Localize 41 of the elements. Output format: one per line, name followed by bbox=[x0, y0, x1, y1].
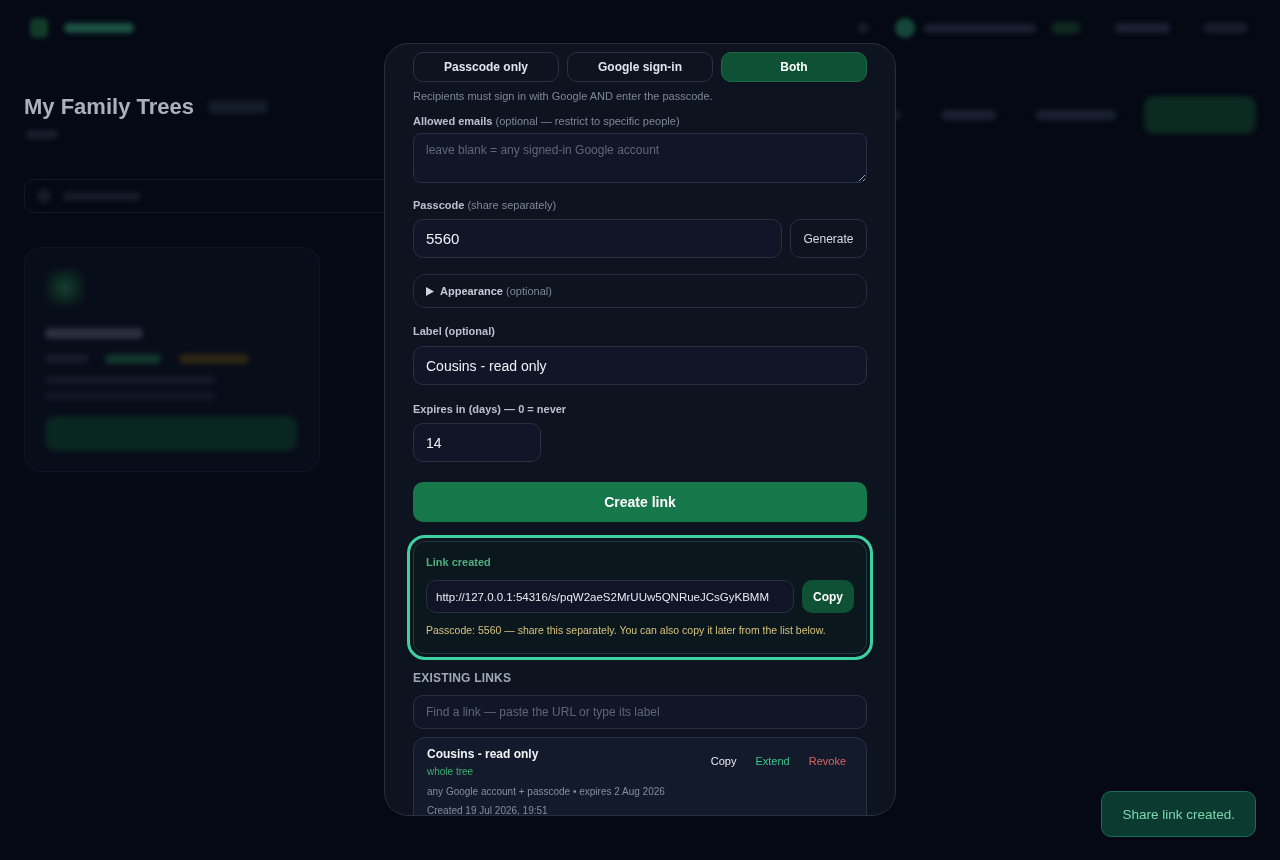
generate-button[interactable]: Generate bbox=[790, 219, 867, 258]
blurred-icon bbox=[45, 268, 85, 308]
access-mode-tab[interactable]: Passcode only bbox=[413, 52, 559, 82]
passcode-note: Passcode: 5560 — share this separately. You can also copy it later from the list below. bbox=[426, 623, 827, 637]
page-title: My Family Trees bbox=[24, 94, 194, 120]
blurred-badge bbox=[179, 354, 249, 365]
copy-link[interactable]: Copy bbox=[710, 754, 737, 768]
blurred-text bbox=[64, 23, 134, 33]
url-field[interactable]: http://127.0.0.1:54316/s/pqW2aeS2MrUUw5QNRueJCsGyKBMM bbox=[426, 580, 794, 613]
access-mode-tab[interactable]: Both bbox=[721, 52, 867, 82]
field-label: Passcode (share separately) bbox=[413, 198, 558, 212]
toast-notification: Share link created. bbox=[1101, 791, 1256, 837]
link-created-date: Created 19 Jul 2026, 19:51 bbox=[427, 804, 549, 815]
blurred-button[interactable] bbox=[45, 416, 297, 451]
field-label: Expires in (days) — 0 = never bbox=[413, 402, 568, 416]
label-field[interactable]: Cousins - read only bbox=[413, 346, 867, 385]
blurred-badge bbox=[1052, 22, 1080, 34]
link-title: Cousins - read only bbox=[427, 747, 540, 761]
create-link-button[interactable]: Create link bbox=[413, 482, 867, 522]
blurred-text bbox=[941, 110, 996, 120]
blurred-button[interactable] bbox=[1144, 96, 1256, 134]
logo-icon bbox=[30, 18, 48, 38]
field-label: Allowed emails (optional — restrict to specific people) bbox=[413, 114, 681, 128]
link-details: any Google account + passcode • expires 2 Aug 2026 bbox=[427, 785, 665, 799]
access-mode-tab[interactable]: Google sign-in bbox=[567, 52, 713, 82]
panel-title: Link created bbox=[426, 555, 492, 569]
copy-button[interactable]: Copy bbox=[802, 580, 854, 613]
field-label: Label (optional) bbox=[413, 324, 496, 338]
hint-text: Recipients must sign in with Google AND enter the passcode. bbox=[413, 89, 714, 103]
appearance-toggle[interactable]: Appearance (optional) bbox=[413, 274, 867, 308]
avatar-icon bbox=[895, 18, 915, 38]
extend-link[interactable]: Extend bbox=[755, 754, 790, 768]
blurred-text bbox=[1115, 23, 1170, 33]
section-heading: EXISTING LINKS bbox=[413, 671, 513, 685]
passcode-field[interactable]: 5560 bbox=[413, 219, 782, 258]
blurred-badge bbox=[105, 354, 161, 365]
emails-field[interactable]: leave blank = any signed-in Google account bbox=[413, 133, 867, 183]
expiry-field[interactable]: 14 bbox=[413, 423, 541, 462]
link-scope: whole tree bbox=[427, 765, 475, 779]
search-field[interactable]: Find a link — paste the URL or type its label bbox=[413, 695, 867, 729]
revoke-link[interactable]: Revoke bbox=[808, 754, 846, 768]
